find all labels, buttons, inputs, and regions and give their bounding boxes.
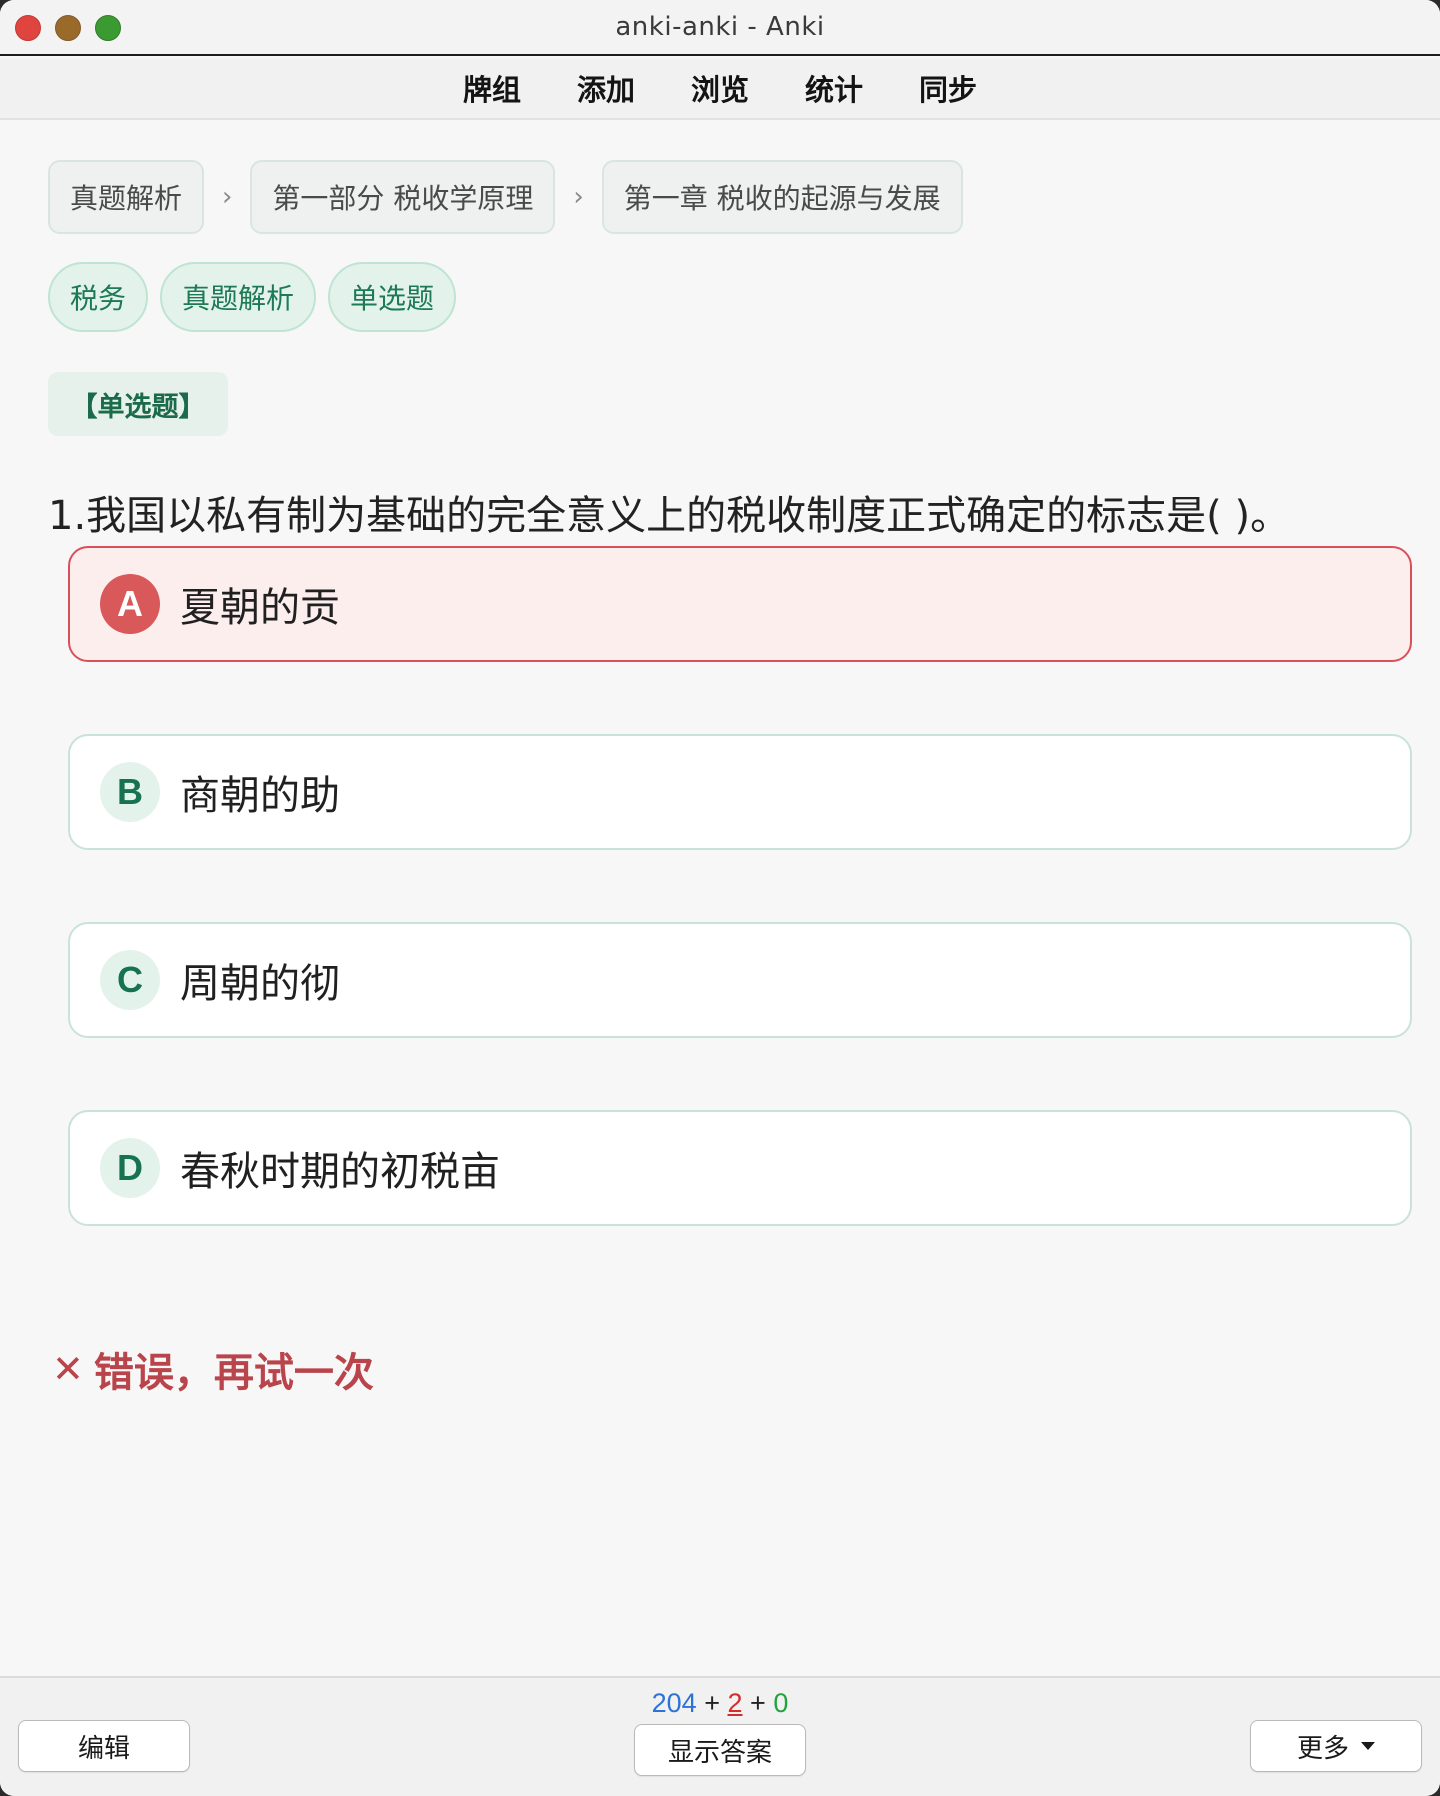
option-letter-badge: A (100, 574, 160, 634)
breadcrumb-separator-icon: › (222, 182, 233, 212)
breadcrumb-item: 第一章 税收的起源与发展 (601, 160, 963, 234)
option-text: 商朝的助 (180, 773, 340, 819)
question-type-label: 【单选题】 (48, 372, 228, 436)
breadcrumb-separator-icon: › (573, 182, 584, 212)
caret-down-icon (1361, 1742, 1375, 1750)
option-text: 周朝的彻 (180, 961, 340, 1007)
anki-window: anki-anki - Anki 牌组 添加 浏览 统计 同步 真题解析 › 第… (0, 0, 1440, 1796)
plus-sign: + (750, 1688, 766, 1718)
option-text: 春秋时期的初税亩 (180, 1149, 500, 1195)
feedback-message: ✕ 错误，再试一次 (52, 1340, 374, 1398)
toolbar-stats[interactable]: 统计 (805, 67, 863, 109)
bottom-bar: 204 + 2 + 0 编辑 显示答案 更多 (0, 1676, 1440, 1796)
option-d[interactable]: D 春秋时期的初税亩 (68, 1110, 1412, 1226)
breadcrumb-item: 第一部分 税收学原理 (250, 160, 556, 234)
edit-button[interactable]: 编辑 (18, 1720, 190, 1772)
learn-count: 2 (727, 1688, 743, 1718)
option-letter-badge: B (100, 762, 160, 822)
tag-pill: 税务 (48, 262, 149, 332)
option-letter-badge: C (100, 950, 160, 1010)
card-content: 真题解析 › 第一部分 税收学原理 › 第一章 税收的起源与发展 税务 真题解析… (0, 122, 1440, 1674)
tag-list: 税务 真题解析 单选题 (48, 262, 468, 332)
tag-pill: 单选题 (328, 262, 457, 332)
option-c[interactable]: C 周朝的彻 (68, 922, 1412, 1038)
window-title: anki-anki - Anki (615, 12, 825, 42)
show-answer-button[interactable]: 显示答案 (634, 1724, 806, 1776)
new-count: 204 (651, 1688, 697, 1718)
due-counts: 204 + 2 + 0 (0, 1688, 1440, 1719)
plus-sign: + (704, 1688, 720, 1718)
toolbar-add[interactable]: 添加 (577, 67, 635, 109)
feedback-text: 错误，再试一次 (93, 1350, 374, 1396)
option-letter-badge: D (100, 1138, 160, 1198)
toolbar-sync[interactable]: 同步 (919, 67, 977, 109)
cross-icon: ✕ (52, 1347, 84, 1391)
breadcrumb: 真题解析 › 第一部分 税收学原理 › 第一章 税收的起源与发展 (48, 160, 963, 234)
option-text: 夏朝的贡 (180, 585, 340, 631)
option-b[interactable]: B 商朝的助 (68, 734, 1412, 850)
more-button[interactable]: 更多 (1250, 1720, 1422, 1772)
title-bar: anki-anki - Anki (0, 0, 1440, 56)
tag-pill: 真题解析 (160, 262, 317, 332)
more-label: 更多 (1296, 1733, 1349, 1764)
option-a[interactable]: A 夏朝的贡 (68, 546, 1412, 662)
review-count: 0 (773, 1688, 789, 1718)
toolbar-decks[interactable]: 牌组 (463, 67, 521, 109)
main-toolbar: 牌组 添加 浏览 统计 同步 (0, 58, 1440, 120)
toolbar-browse[interactable]: 浏览 (691, 67, 749, 109)
breadcrumb-item: 真题解析 (48, 160, 205, 234)
question-text: 1.我国以私有制为基础的完全意义上的税收制度正式确定的标志是( )。 (48, 493, 1291, 539)
